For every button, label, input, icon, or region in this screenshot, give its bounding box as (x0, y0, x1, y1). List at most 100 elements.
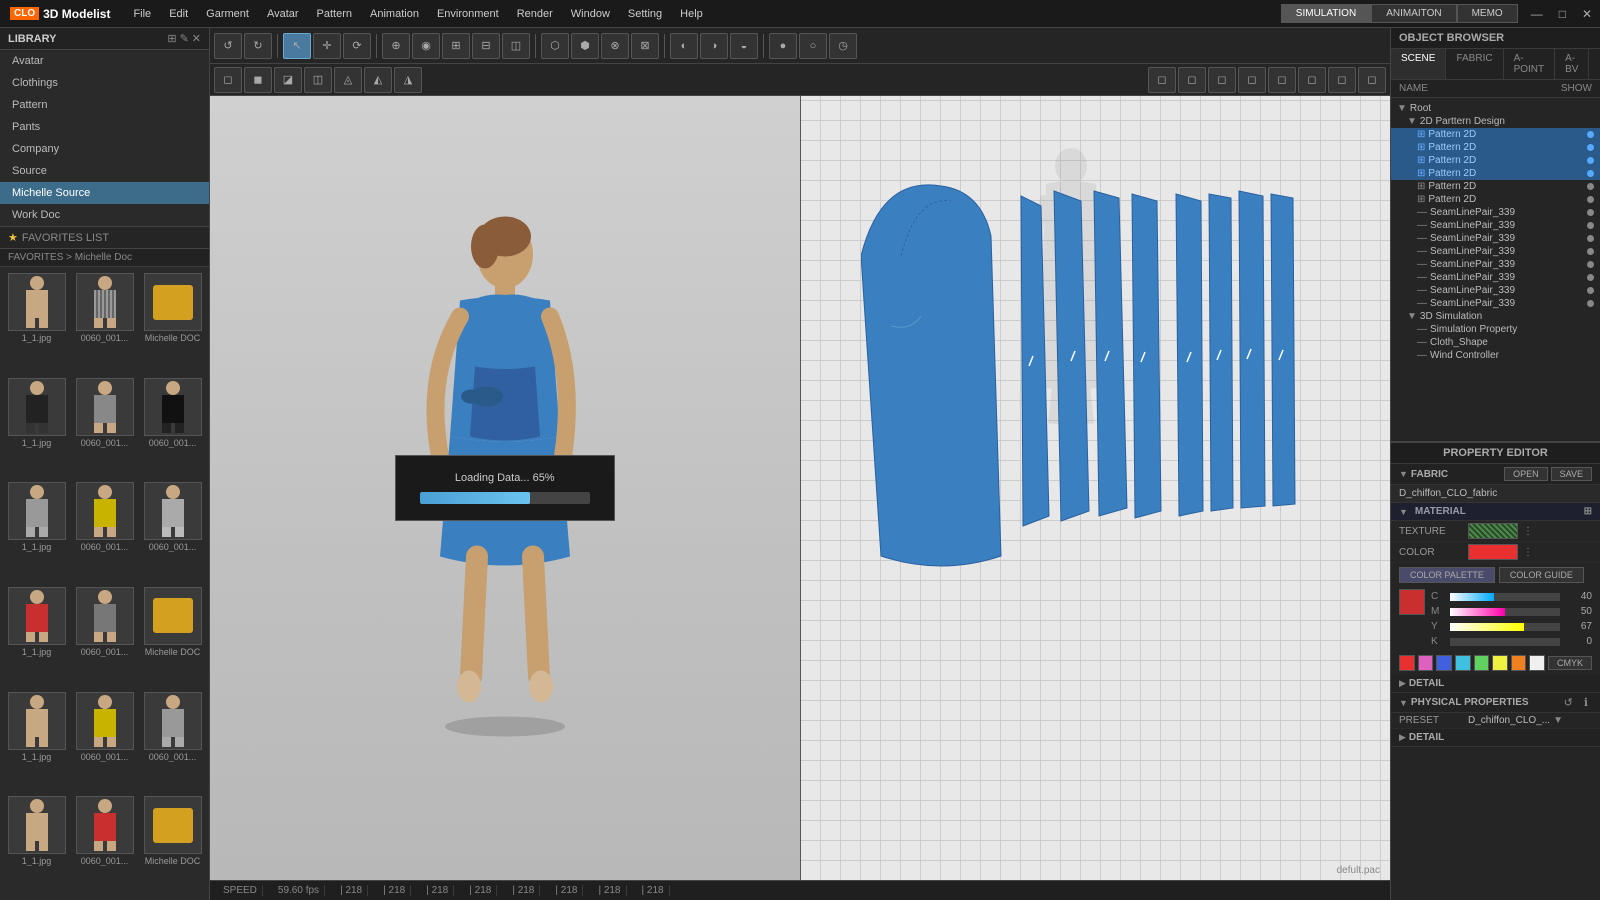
color-options-icon[interactable]: ⋮ (1523, 547, 1533, 558)
nav-clothings[interactable]: Clothings (0, 72, 209, 94)
swatch-pink[interactable] (1418, 655, 1434, 671)
thumb-item[interactable]: 0060_001... (72, 690, 137, 792)
menu-environment[interactable]: Environment (429, 6, 507, 22)
thumb-item[interactable]: 1_1.jpg (4, 794, 69, 896)
thumb-item[interactable]: Michelle DOC (140, 271, 205, 373)
large-color-swatch[interactable] (1399, 589, 1425, 615)
color-guide-button[interactable]: COLOR GUIDE (1499, 567, 1584, 583)
color-palette-button[interactable]: COLOR PALETTE (1399, 567, 1495, 583)
nav-avatar[interactable]: Avatar (0, 50, 209, 72)
tree-seam-1[interactable]: — SeamLinePair_339 (1391, 206, 1600, 219)
menu-garment[interactable]: Garment (198, 6, 257, 22)
tb2-btn6[interactable]: ◭ (364, 67, 392, 93)
tree-seam-2[interactable]: — SeamLinePair_339 (1391, 219, 1600, 232)
tree-visibility-dot[interactable] (1587, 144, 1594, 151)
tb2r-btn5[interactable]: ◻ (1268, 67, 1296, 93)
library-icon-2[interactable]: ✎ (180, 32, 189, 45)
show-button[interactable]: SHOW (1561, 83, 1592, 94)
thumb-item[interactable]: 1_1.jpg (4, 376, 69, 478)
rotate-tool[interactable]: ⟳ (343, 33, 371, 59)
tool11[interactable]: ⊠ (631, 33, 659, 59)
thumb-item[interactable]: 0060_001... (72, 794, 137, 896)
menu-setting[interactable]: Setting (620, 6, 670, 22)
thumb-item[interactable]: 0060_001... (72, 271, 137, 373)
tab-memo[interactable]: MEMO (1457, 4, 1518, 23)
tab-simulation[interactable]: SIMULATION (1281, 4, 1371, 23)
minimize-button[interactable]: — (1523, 7, 1551, 21)
tool9[interactable]: ⬢ (571, 33, 599, 59)
preset-dropdown-icon[interactable]: ▼ (1553, 715, 1563, 726)
tree-visibility-dot[interactable] (1587, 300, 1594, 307)
tree-pattern-2d-2[interactable]: ⊞ Pattern 2D (1391, 141, 1600, 154)
tb2r-btn4[interactable]: ◻ (1238, 67, 1266, 93)
menu-window[interactable]: Window (563, 6, 618, 22)
tb2-btn1[interactable]: ◻ (214, 67, 242, 93)
texture-options-icon[interactable]: ⋮ (1523, 526, 1533, 537)
swatch-white[interactable] (1529, 655, 1545, 671)
tree-seam-8[interactable]: — SeamLinePair_339 (1391, 297, 1600, 310)
cmyk-button[interactable]: CMYK (1548, 656, 1592, 670)
tool15[interactable]: ● (769, 33, 797, 59)
tb2r-btn2[interactable]: ◻ (1178, 67, 1206, 93)
open-button[interactable]: OPEN (1504, 467, 1548, 481)
tab-fabric[interactable]: FABRIC (1446, 49, 1503, 79)
tree-3d-sim[interactable]: ▼ 3D Simulation (1391, 310, 1600, 323)
tree-seam-6[interactable]: — SeamLinePair_339 (1391, 271, 1600, 284)
tb2-btn3[interactable]: ◪ (274, 67, 302, 93)
thumb-item[interactable]: 1_1.jpg (4, 690, 69, 792)
tool7[interactable]: ◫ (502, 33, 530, 59)
tree-seam-4[interactable]: — SeamLinePair_339 (1391, 245, 1600, 258)
swatch-red[interactable] (1399, 655, 1415, 671)
tree-2d-design[interactable]: ▼ 2D Parttern Design (1391, 115, 1600, 128)
tree-pattern-2d-4[interactable]: ⊞ Pattern 2D (1391, 167, 1600, 180)
tree-seam-5[interactable]: — SeamLinePair_339 (1391, 258, 1600, 271)
thumb-item[interactable]: 1_1.jpg (4, 271, 69, 373)
tree-visibility-dot[interactable] (1587, 157, 1594, 164)
tree-sim-prop[interactable]: — Simulation Property (1391, 323, 1600, 336)
swatch-cyan[interactable] (1455, 655, 1471, 671)
tree-visibility-dot[interactable] (1587, 183, 1594, 190)
2d-viewport[interactable]: defult.pac (801, 96, 1391, 880)
tb2-btn4[interactable]: ◫ (304, 67, 332, 93)
maximize-button[interactable]: □ (1551, 7, 1574, 21)
swatch-blue[interactable] (1436, 655, 1452, 671)
nav-pattern[interactable]: Pattern (0, 94, 209, 116)
undo-button[interactable]: ↺ (214, 33, 242, 59)
nav-work-doc[interactable]: Work Doc (0, 204, 209, 226)
nav-source[interactable]: Source (0, 160, 209, 182)
nav-company[interactable]: Company (0, 138, 209, 160)
tool12[interactable]: ◐ (670, 33, 698, 59)
tool8[interactable]: ⬡ (541, 33, 569, 59)
thumb-item[interactable]: Michelle DOC (140, 585, 205, 687)
thumb-item[interactable]: 0060_001... (140, 376, 205, 478)
menu-pattern[interactable]: Pattern (309, 6, 360, 22)
texture-preview[interactable] (1468, 523, 1518, 539)
tree-cloth-shape[interactable]: — Cloth_Shape (1391, 336, 1600, 349)
tb2r-btn8[interactable]: ◻ (1358, 67, 1386, 93)
tab-abv[interactable]: A-BV (1555, 49, 1589, 79)
tree-pattern-2d-3[interactable]: ⊞ Pattern 2D (1391, 154, 1600, 167)
select-tool[interactable]: ↖ (283, 33, 311, 59)
menu-animation[interactable]: Animation (362, 6, 427, 22)
tool16[interactable]: ○ (799, 33, 827, 59)
tree-pattern-2d-6[interactable]: ⊞ Pattern 2D (1391, 193, 1600, 206)
save-button[interactable]: SAVE (1551, 467, 1592, 481)
tree-pattern-2d-1[interactable]: ⊞ Pattern 2D (1391, 128, 1600, 141)
material-expand-icon[interactable]: ⊞ (1584, 506, 1592, 517)
tree-visibility-dot[interactable] (1587, 274, 1594, 281)
tree-seam-7[interactable]: — SeamLinePair_339 (1391, 284, 1600, 297)
collapse-icon[interactable]: ▼ (1399, 469, 1408, 479)
tool13[interactable]: ◑ (700, 33, 728, 59)
tree-visibility-dot[interactable] (1587, 209, 1594, 216)
tb2r-btn7[interactable]: ◻ (1328, 67, 1356, 93)
cmyk-k-bar-bg[interactable] (1450, 638, 1560, 646)
tb2-btn5[interactable]: ◬ (334, 67, 362, 93)
tab-measure[interactable]: MEASURE (1589, 49, 1600, 79)
color-swatch[interactable] (1468, 544, 1518, 560)
swatch-green[interactable] (1474, 655, 1490, 671)
tree-root-item[interactable]: ▼ Root (1391, 102, 1600, 115)
tool5[interactable]: ⊞ (442, 33, 470, 59)
physical-collapse-icon[interactable]: ▼ (1399, 698, 1408, 708)
thumb-item[interactable]: 0060_001... (72, 480, 137, 582)
thumb-item[interactable]: Michelle DOC (140, 794, 205, 896)
